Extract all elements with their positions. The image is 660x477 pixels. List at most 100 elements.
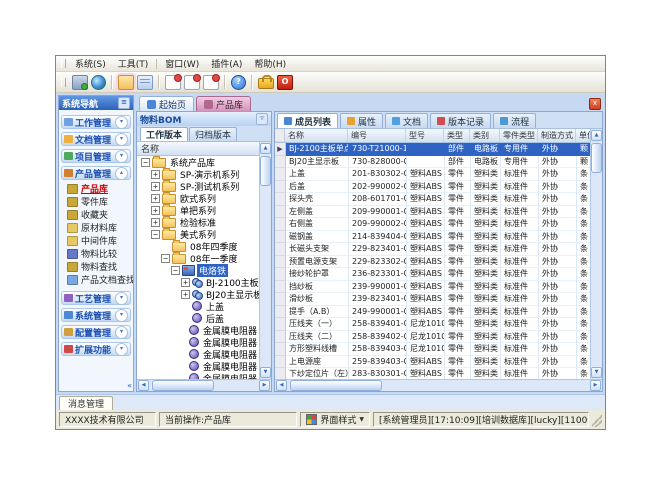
tree-horizontal-scrollbar[interactable]: ◀ ▶: [137, 379, 271, 391]
table-row[interactable]: 右侧盖209-990002-01E塑料ABS零件塑料类标准件外协条: [275, 218, 590, 231]
tree-item-SP-测试机系列[interactable]: +SP-测试机系列: [137, 180, 259, 192]
tree-hscroll-thumb[interactable]: [152, 380, 214, 391]
scroll-left-icon[interactable]: ◀: [276, 380, 287, 391]
sidebar-item-原材料库[interactable]: 原材料库: [64, 221, 131, 234]
chevron-down-icon[interactable]: ▾: [115, 150, 128, 163]
tree-item-金属膜电阻器[interactable]: 金属膜电阻器: [137, 348, 259, 360]
tree-item-08年一季度[interactable]: −08年一季度: [137, 252, 259, 264]
table-row[interactable]: 预置电源支架229-823302-00E塑料ABS零件塑料类标准件外协条: [275, 256, 590, 269]
tree-scroll-thumb[interactable]: [260, 156, 271, 186]
table-row[interactable]: 下纱定位片（左）283-830301-00E塑料ABS零件塑料类标准件外协条: [275, 368, 590, 379]
exit-icon[interactable]: O: [277, 75, 293, 90]
menu-item[interactable]: 插件(A): [205, 57, 248, 70]
scroll-down-icon[interactable]: ▼: [591, 367, 602, 378]
menu-item[interactable]: 系统(S): [69, 57, 112, 70]
tab-成员列表[interactable]: 成员列表: [277, 113, 338, 128]
toolbar-grip[interactable]: [61, 78, 66, 87]
tree-item-金属膜电阻器[interactable]: 金属膜电阻器: [137, 324, 259, 336]
sidebar-item-收藏夹[interactable]: 收藏夹: [64, 208, 131, 221]
tab-属性[interactable]: 属性: [340, 113, 383, 128]
table-row[interactable]: 方形塑料线槽258-839403-00E尼龙1010零件塑料类标准件外协条: [275, 343, 590, 356]
tab-归档版本[interactable]: 归档版本: [189, 127, 237, 141]
scroll-up-icon[interactable]: ▲: [591, 130, 602, 141]
expand-icon[interactable]: +: [151, 194, 160, 203]
table-row[interactable]: 长磁头支架229-823401-00E塑料ABS零件塑料类标准件外协条: [275, 243, 590, 256]
sidebar-group-系统管理[interactable]: 系统管理▾: [61, 308, 131, 322]
collapse-icon[interactable]: −: [171, 266, 180, 275]
chevron-down-icon[interactable]: ▾: [115, 116, 128, 129]
menu-grip[interactable]: [61, 59, 66, 68]
expand-icon[interactable]: +: [181, 278, 190, 287]
tree-item-金属膜电阻器[interactable]: 金属膜电阻器: [137, 360, 259, 372]
tree-item-电烙铁[interactable]: −电烙铁: [137, 264, 259, 276]
sidebar-group-文档管理[interactable]: 文档管理▾: [61, 132, 131, 146]
chevron-down-icon[interactable]: ▾: [115, 326, 128, 339]
chevron-up-icon[interactable]: ▴: [115, 167, 128, 180]
tree-column-header[interactable]: 名称: [137, 142, 259, 156]
globe-icon[interactable]: [91, 75, 106, 90]
report-delete-icon[interactable]: [203, 75, 219, 90]
column-header-编号[interactable]: 编号: [348, 129, 406, 142]
table-row[interactable]: 挡纱板239-990001-01E塑料ABS零件塑料类标准件外协条: [275, 281, 590, 294]
tree-item-后盖[interactable]: 后盖: [137, 312, 259, 324]
table-row[interactable]: 左侧盖209-990001-01E塑料ABS零件塑料类标准件外协条: [275, 206, 590, 219]
chevron-down-icon[interactable]: ▾: [115, 343, 128, 356]
tree-item-SP-演示机系列[interactable]: +SP-演示机系列: [137, 168, 259, 180]
tab-产品库[interactable]: 产品库: [196, 96, 251, 111]
layout-icon[interactable]: [137, 75, 153, 90]
table-scroll-thumb[interactable]: [591, 143, 602, 173]
screen-icon[interactable]: [72, 75, 88, 90]
table-row[interactable]: 压线夹（二）258-839402-00E尼龙1010零件塑料类标准件外协条: [275, 331, 590, 344]
tree-item-欧式系列[interactable]: +欧式系列: [137, 192, 259, 204]
sidebar-group-产品管理[interactable]: 产品管理▴: [61, 166, 131, 180]
tree-item-检验标准[interactable]: +检验标准: [137, 216, 259, 228]
table-row[interactable]: 探头壳208-601701-01E塑料ABS零件塑料类标准件外协条: [275, 193, 590, 206]
sidebar-group-工艺管理[interactable]: 工艺管理▾: [61, 291, 131, 305]
lock-icon[interactable]: [258, 78, 274, 89]
resize-grip[interactable]: [592, 412, 602, 427]
table-row[interactable]: 压线夹（一）258-839401-00E尼龙1010零件塑料类标准件外协条: [275, 318, 590, 331]
sidebar-item-产品文档查找[interactable]: 产品文档查找: [64, 273, 131, 286]
sidebar-group-项目管理[interactable]: 项目管理▾: [61, 149, 131, 163]
table-row[interactable]: BJ20主显示板730-828000-04E部件电路板专用件外协颗: [275, 156, 590, 169]
table-row[interactable]: 后盖202-990002-01E塑料ABS零件塑料类标准件外协条: [275, 181, 590, 194]
tree-item-上盖[interactable]: 上盖: [137, 300, 259, 312]
ui-style-selector[interactable]: 界面样式 ▼: [300, 412, 370, 427]
column-header-名称[interactable]: 名称: [285, 129, 348, 142]
menu-item[interactable]: 窗口(W): [159, 57, 205, 70]
sidebar-group-工作管理[interactable]: 工作管理▾: [61, 115, 131, 129]
menu-item[interactable]: 帮助(H): [248, 57, 292, 70]
collapse-icon[interactable]: −: [161, 254, 170, 263]
pin-icon[interactable]: ▿: [256, 113, 268, 125]
tab-close-icon[interactable]: x: [589, 98, 601, 110]
expand-icon[interactable]: +: [151, 206, 160, 215]
tree-item-08年四季度[interactable]: 08年四季度: [137, 240, 259, 252]
sidebar-group-配置管理[interactable]: 配置管理▾: [61, 325, 131, 339]
table-row[interactable]: 滑纱板239-823401-00E塑料ABS零件塑料类标准件外协条: [275, 293, 590, 306]
tree-item-单把系列[interactable]: +单把系列: [137, 204, 259, 216]
scroll-up-icon[interactable]: ▲: [260, 143, 271, 154]
chevron-down-icon[interactable]: ▾: [115, 309, 128, 322]
column-header-零件类型[interactable]: 零件类型: [500, 129, 538, 142]
table-row[interactable]: 上电源座259-839403-00E塑料ABS零件塑料类标准件外协条: [275, 356, 590, 369]
sidebar-group-扩展功能[interactable]: 扩展功能▾: [61, 342, 131, 356]
expand-icon[interactable]: +: [151, 218, 160, 227]
tree-item-美式系列[interactable]: −美式系列: [137, 228, 259, 240]
report-view-icon[interactable]: [184, 75, 200, 90]
scroll-left-icon[interactable]: ◀: [138, 380, 149, 391]
tab-文档[interactable]: 文档: [385, 113, 428, 128]
scroll-down-icon[interactable]: ▼: [260, 367, 271, 378]
table-horizontal-scrollbar[interactable]: ◀ ▶: [275, 379, 602, 391]
chevron-down-icon[interactable]: ▾: [115, 133, 128, 146]
table-row[interactable]: 提手（A.B）249-990001-01E塑料ABS零件塑料类标准件外协条: [275, 306, 590, 319]
table-row[interactable]: 上盖201-830302-00E塑料ABS零件塑料类标准件外协条: [275, 168, 590, 181]
tree-item-金属膜电阻器[interactable]: 金属膜电阻器: [137, 336, 259, 348]
table-row[interactable]: 磁钢盖214-839404-01E塑料ABS零件塑料类标准件外协条: [275, 231, 590, 244]
tree-item-BJ20主显示板[interactable]: +BJ20主显示板: [137, 288, 259, 300]
sidebar-item-物料查找[interactable]: 物料查找: [64, 260, 131, 273]
chevron-down-icon[interactable]: ▾: [115, 292, 128, 305]
expand-icon[interactable]: +: [181, 290, 190, 299]
expand-icon[interactable]: +: [151, 182, 160, 191]
sidebar-item-物料比较[interactable]: 物料比较: [64, 247, 131, 260]
column-header-制造方式[interactable]: 制造方式: [538, 129, 576, 142]
